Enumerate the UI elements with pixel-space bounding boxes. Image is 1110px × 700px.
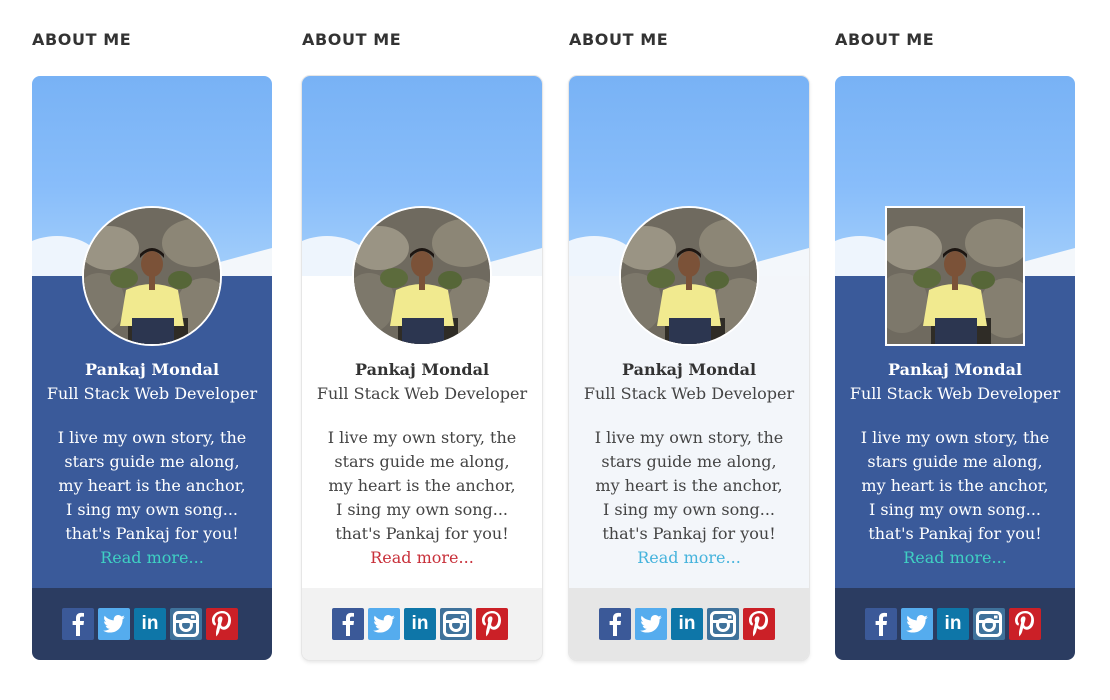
read-more-link[interactable]: Read more... [835, 546, 1075, 570]
linkedin-icon[interactable]: in [671, 608, 703, 640]
profile-bio: I live my own story, the stars guide me … [327, 428, 517, 543]
profile-name: Pankaj Mondal [354, 360, 490, 379]
profile-card: Pankaj Mondal Full Stack Web Developer I… [835, 76, 1075, 660]
profile-bio: I live my own story, the stars guide me … [594, 428, 784, 543]
facebook-icon[interactable] [62, 608, 94, 640]
profile-role: Full Stack Web Developer [849, 384, 1061, 403]
twitter-icon[interactable] [901, 608, 933, 640]
widget-heading: ABOUT ME [32, 30, 132, 49]
profile-card: Pankaj Mondal Full Stack Web Developer I… [302, 76, 542, 660]
avatar [82, 206, 222, 346]
widget-heading: ABOUT ME [302, 30, 402, 49]
profile-name: Pankaj Mondal [84, 360, 220, 379]
widget-heading: ABOUT ME [569, 30, 669, 49]
pinterest-icon[interactable] [743, 608, 775, 640]
profile-card: Pankaj Mondal Full Stack Web Developer I… [569, 76, 809, 660]
linkedin-icon[interactable]: in [134, 608, 166, 640]
instagram-icon[interactable] [707, 608, 739, 640]
profile-card: Pankaj Mondal Full Stack Web Developer I… [32, 76, 272, 660]
avatar [885, 206, 1025, 346]
widget-heading: ABOUT ME [835, 30, 935, 49]
twitter-icon[interactable] [98, 608, 130, 640]
facebook-icon[interactable] [332, 608, 364, 640]
instagram-icon[interactable] [440, 608, 472, 640]
profile-role: Full Stack Web Developer [583, 384, 795, 403]
read-more-link[interactable]: Read more... [302, 546, 542, 570]
pinterest-icon[interactable] [206, 608, 238, 640]
twitter-icon[interactable] [368, 608, 400, 640]
profile-name: Pankaj Mondal [887, 360, 1023, 379]
social-links: in [599, 608, 779, 640]
profile-role: Full Stack Web Developer [316, 384, 528, 403]
facebook-icon[interactable] [599, 608, 631, 640]
twitter-icon[interactable] [635, 608, 667, 640]
instagram-icon[interactable] [973, 608, 1005, 640]
avatar [619, 206, 759, 346]
profile-name: Pankaj Mondal [621, 360, 757, 379]
profile-bio: I live my own story, the stars guide me … [860, 428, 1050, 543]
profile-bio: I live my own story, the stars guide me … [57, 428, 247, 543]
profile-role: Full Stack Web Developer [46, 384, 258, 403]
avatar [352, 206, 492, 346]
social-links: in [62, 608, 242, 640]
pinterest-icon[interactable] [476, 608, 508, 640]
pinterest-icon[interactable] [1009, 608, 1041, 640]
social-links: in [332, 608, 512, 640]
facebook-icon[interactable] [865, 608, 897, 640]
instagram-icon[interactable] [170, 608, 202, 640]
social-links: in [865, 608, 1045, 640]
linkedin-icon[interactable]: in [404, 608, 436, 640]
read-more-link[interactable]: Read more... [32, 546, 272, 570]
read-more-link[interactable]: Read more... [569, 546, 809, 570]
linkedin-icon[interactable]: in [937, 608, 969, 640]
